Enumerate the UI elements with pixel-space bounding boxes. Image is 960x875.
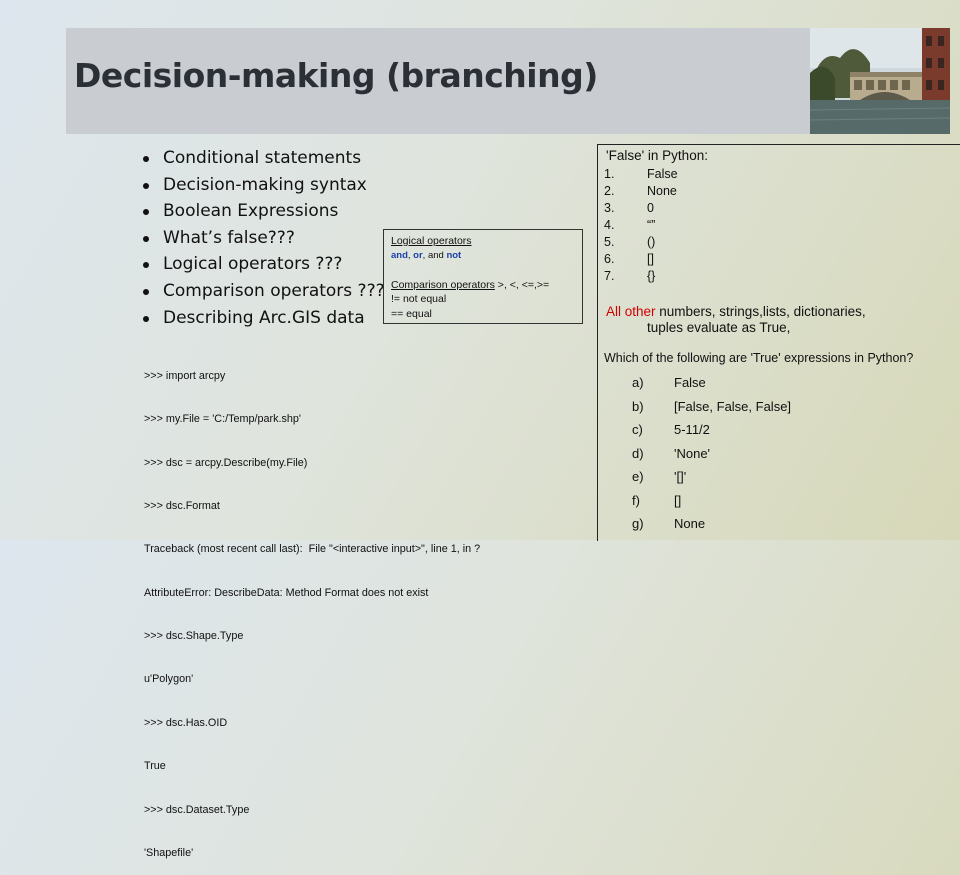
console-line: >>> my.File = 'C:/Temp/park.shp': [144, 413, 301, 426]
bullet-item: Conditional statements: [140, 145, 385, 172]
bullet-dot-icon: [143, 315, 149, 322]
python-console-output: >>> import arcpy >>> my.File = 'C:/Temp/…: [144, 340, 480, 875]
console-line: >>> dsc.Format: [144, 499, 220, 512]
console-line: Traceback (most recent call last): File …: [144, 543, 481, 556]
console-line: 'Shapefile': [144, 846, 194, 859]
quiz-question: Which of the following are 'True' expres…: [604, 351, 914, 365]
bullet-item: Decision-making syntax: [140, 172, 385, 199]
bullet-item: Logical operators ???: [140, 251, 385, 278]
false-values-heading: 'False' in Python:: [606, 148, 708, 163]
console-line: >>> dsc.Has.OID: [144, 716, 228, 729]
bullet-dot-icon: [143, 288, 149, 295]
console-line: >>> dsc.Dataset.Type: [144, 803, 250, 816]
slide-title: Decision-making (branching): [74, 56, 598, 95]
console-line: >>> dsc.Shape.Type: [144, 630, 244, 643]
bullet-item: Describing Arc.GIS data: [140, 305, 385, 332]
operators-box: Logical operators and, or, and not Compa…: [383, 229, 583, 324]
bridge-photo: [810, 28, 950, 134]
console-line: True: [144, 760, 166, 773]
equal-line: == equal: [391, 308, 432, 320]
true-values-note: All other numbers, strings,lists, dictio…: [606, 304, 866, 335]
console-line: >>> dsc = arcpy.Describe(my.File): [144, 456, 308, 469]
not-equal-line: != not equal: [391, 293, 447, 305]
logical-operators-line: and, or, and not: [391, 250, 462, 261]
bullet-dot-icon: [143, 262, 149, 269]
bullet-item: What’s false???: [140, 225, 385, 252]
comparison-operators-line: Comparison operators >, <, <=,>=: [391, 279, 550, 291]
bullet-dot-icon: [143, 182, 149, 189]
bullet-dot-icon: [143, 235, 149, 242]
console-line: u'Polygon': [144, 673, 194, 686]
logical-operators-heading: Logical operators: [391, 235, 472, 247]
bullet-item: Boolean Expressions: [140, 198, 385, 225]
bullet-item: Comparison operators ???: [140, 278, 385, 305]
topic-bullet-list: Conditional statements Decision-making s…: [140, 145, 385, 331]
console-line: AttributeError: DescribeData: Method For…: [144, 586, 429, 599]
all-other-highlight: All other: [606, 304, 656, 319]
bullet-dot-icon: [143, 209, 149, 216]
bullet-dot-icon: [143, 156, 149, 162]
console-line: >>> import arcpy: [144, 369, 226, 382]
comparison-operators-heading: Comparison operators: [391, 279, 495, 291]
